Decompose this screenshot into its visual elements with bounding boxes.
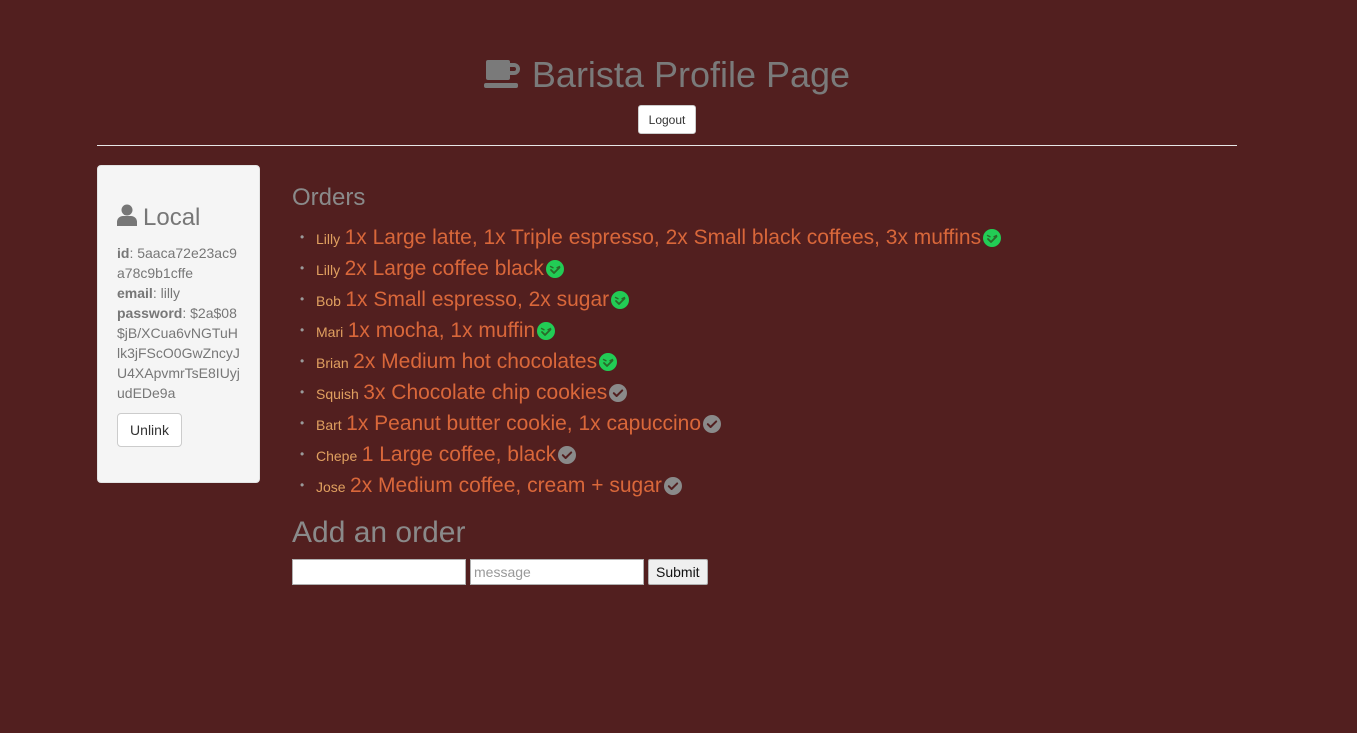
id-field: id: 5aaca72e23ac9a78c9b1cffe — [117, 245, 237, 281]
coffee-icon — [483, 55, 522, 101]
order-description: 3x Chocolate chip cookies — [363, 381, 608, 404]
order-customer-name: Lilly — [316, 231, 341, 247]
local-profile-card: Local id: 5aaca72e23ac9a78c9b1cffe email… — [97, 165, 260, 483]
check-circle-icon[interactable] — [663, 475, 682, 495]
smiley-check-icon[interactable] — [545, 258, 564, 278]
order-description: 2x Large coffee black — [344, 257, 544, 280]
check-circle-icon[interactable] — [609, 382, 628, 402]
order-item: • Bob 1x Small espresso, 2x sugar — [300, 284, 1237, 315]
smiley-check-icon[interactable] — [537, 320, 556, 340]
user-icon — [117, 203, 137, 235]
email-label: email — [117, 285, 153, 301]
order-item: • Bart 1x Peanut butter cookie, 1x capucc… — [300, 408, 1237, 439]
card-title: Local — [117, 202, 240, 235]
bullet: • — [300, 292, 305, 306]
message-input[interactable] — [470, 559, 644, 585]
card-title-text: Local — [143, 204, 201, 231]
order-customer-name: Squish — [316, 386, 359, 402]
order-item: • Squish 3x Chocolate chip cookies — [300, 377, 1237, 408]
add-order-heading: Add an order — [292, 516, 466, 549]
bullet: • — [300, 447, 305, 461]
bullet: • — [300, 323, 305, 337]
password-label: password — [117, 305, 183, 321]
page-title: Barista Profile Page — [531, 54, 851, 95]
smiley-check-icon[interactable] — [599, 351, 618, 371]
logout-button[interactable]: Logout — [638, 105, 696, 134]
smiley-check-icon[interactable] — [983, 227, 1002, 247]
check-circle-icon[interactable] — [703, 413, 722, 433]
order-customer-name: Bob — [316, 293, 341, 309]
order-description: 1x mocha, 1x muffin — [347, 319, 536, 342]
password-field: password: $2a$08$jB/XCua6vNGTuHlk3jFScO0… — [117, 305, 240, 401]
submit-button[interactable]: Submit — [648, 559, 708, 585]
unlink-button[interactable]: Unlink — [117, 413, 182, 447]
bullet: • — [300, 230, 305, 244]
check-circle-icon[interactable] — [558, 444, 577, 464]
id-label: id — [117, 245, 130, 261]
order-customer-name: Bart — [316, 417, 342, 433]
order-item: • Mari 1x mocha, 1x muffin — [300, 315, 1237, 346]
order-description: 1 Large coffee, black — [361, 443, 557, 466]
order-customer-name: Jose — [316, 479, 346, 495]
email-field: email: lilly — [117, 285, 181, 301]
order-description: 2x Medium hot chocolates — [353, 350, 598, 373]
name-input[interactable] — [292, 559, 466, 585]
order-description: 1x Small espresso, 2x sugar — [345, 288, 610, 311]
page-title-row: Barista Profile Page — [97, 52, 1237, 101]
order-item: • Lilly 2x Large coffee black — [300, 253, 1237, 284]
order-item: • Jose 2x Medium coffee, cream + sugar — [300, 470, 1237, 501]
order-item: • Brian 2x Medium hot chocolates — [300, 346, 1237, 377]
order-item: • Chepe 1 Large coffee, black — [300, 439, 1237, 470]
email-value: lilly — [160, 285, 181, 301]
bullet: • — [300, 385, 305, 399]
order-description: 1x Large latte, 1x Triple espresso, 2x S… — [344, 226, 982, 249]
id-value: 5aaca72e23ac9a78c9b1cffe — [117, 245, 237, 281]
order-customer-name: Mari — [316, 324, 344, 340]
order-item: • Lilly 1x Large latte, 1x Triple espress… — [300, 222, 1237, 253]
order-customer-name: Chepe — [316, 448, 358, 464]
order-description: 1x Peanut butter cookie, 1x capuccino — [346, 412, 702, 435]
orders-list: • Lilly 1x Large latte, 1x Triple espress… — [292, 222, 1237, 501]
bullet: • — [300, 354, 305, 368]
bullet: • — [300, 478, 305, 492]
smiley-check-icon[interactable] — [611, 289, 630, 309]
add-order-form: Submit — [292, 559, 1237, 585]
bullet: • — [300, 261, 305, 275]
page-header: Barista Profile Page Logout — [97, 0, 1237, 146]
main-content: Orders • Lilly 1x Large latte, 1x Triple … — [292, 180, 1237, 585]
orders-heading: Orders — [292, 184, 366, 211]
order-customer-name: Lilly — [316, 262, 341, 278]
bullet: • — [300, 416, 305, 430]
order-customer-name: Brian — [316, 355, 349, 371]
order-description: 2x Medium coffee, cream + sugar — [350, 474, 662, 497]
